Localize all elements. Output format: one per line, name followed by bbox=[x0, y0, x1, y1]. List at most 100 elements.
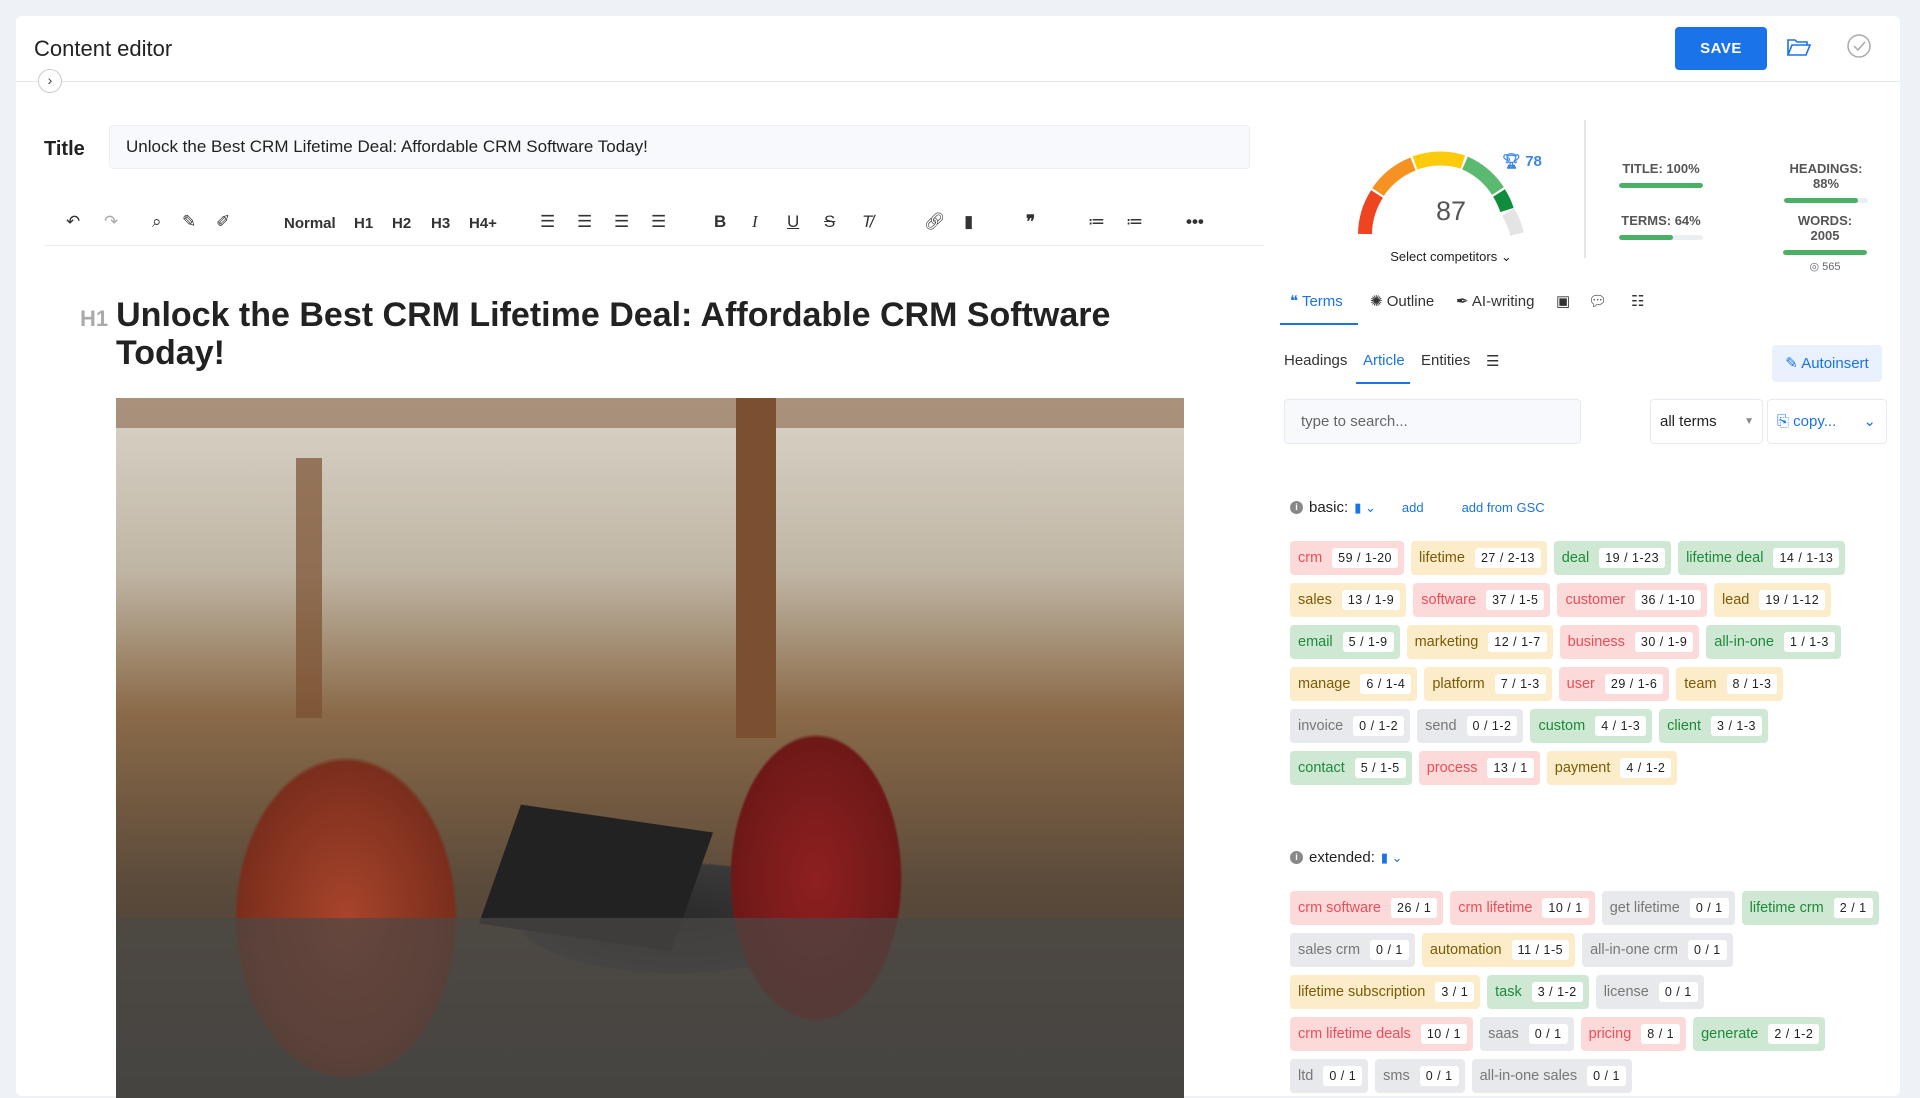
ordered-list-icon[interactable]: ≔ bbox=[1088, 212, 1105, 232]
link-icon[interactable]: 🔗︎ bbox=[924, 212, 946, 232]
term-tag[interactable]: software 37 / 1-5 bbox=[1413, 583, 1551, 617]
term-tag[interactable]: crm 59 / 1-20 bbox=[1290, 541, 1405, 575]
tab-outline[interactable]: ✺ Outline bbox=[1370, 292, 1434, 310]
term-count: 12 / 1-7 bbox=[1488, 632, 1547, 652]
stat-title: TITLE: 100% bbox=[1619, 161, 1703, 188]
term-tag[interactable]: all-in-one crm 0 / 1 bbox=[1582, 933, 1733, 967]
term-count: 7 / 1-3 bbox=[1494, 674, 1546, 694]
tab-ai-writing[interactable]: ✒ AI-writing bbox=[1456, 292, 1534, 310]
term-tag[interactable]: invoice 0 / 1-2 bbox=[1290, 709, 1411, 743]
undo-icon[interactable]: ↶ bbox=[66, 212, 80, 232]
highlighter-icon[interactable]: ✎ bbox=[182, 212, 196, 232]
image-tab-icon[interactable]: ▣ bbox=[1556, 292, 1570, 310]
terms-filter-select[interactable]: all terms ▼ bbox=[1650, 399, 1763, 444]
save-button[interactable]: SAVE bbox=[1675, 27, 1767, 70]
term-tag[interactable]: lifetime crm 2 / 1 bbox=[1741, 891, 1879, 925]
term-tag[interactable]: process 13 / 1 bbox=[1418, 751, 1540, 785]
title-input[interactable]: Unlock the Best CRM Lifetime Deal: Affor… bbox=[109, 125, 1250, 169]
subtab-article[interactable]: Article bbox=[1363, 352, 1405, 369]
term-tag[interactable]: lead 19 / 1-12 bbox=[1713, 583, 1832, 617]
search-icon[interactable]: ⌕ bbox=[152, 212, 162, 232]
term-tag[interactable]: team 8 / 1-3 bbox=[1676, 667, 1784, 701]
term-search-input[interactable] bbox=[1284, 399, 1581, 444]
h2-button[interactable]: H2 bbox=[392, 215, 411, 232]
info-icon[interactable]: i bbox=[1290, 501, 1303, 514]
bold-icon[interactable]: B bbox=[714, 212, 726, 232]
expand-sidebar-button[interactable]: › bbox=[38, 69, 62, 93]
term-tag[interactable]: custom 4 / 1-3 bbox=[1530, 709, 1653, 743]
align-center-icon[interactable]: ☰ bbox=[577, 212, 592, 232]
term-tag[interactable]: crm lifetime deals 10 / 1 bbox=[1290, 1017, 1474, 1051]
subtab-entities[interactable]: Entities bbox=[1421, 352, 1470, 369]
term-tag[interactable]: deal 19 / 1-23 bbox=[1553, 541, 1672, 575]
h1-button[interactable]: H1 bbox=[354, 215, 373, 232]
term-label: all-in-one bbox=[1714, 634, 1774, 650]
add-from-gsc-link[interactable]: add from GSC bbox=[1462, 500, 1545, 515]
term-tag[interactable]: manage 6 / 1-4 bbox=[1290, 667, 1418, 701]
term-tag[interactable]: generate 2 / 1-2 bbox=[1693, 1017, 1826, 1051]
term-tag[interactable]: email 5 / 1-9 bbox=[1290, 625, 1400, 659]
term-label: all-in-one sales bbox=[1479, 1068, 1578, 1084]
term-tag[interactable]: pricing 8 / 1 bbox=[1580, 1017, 1687, 1051]
format-select[interactable]: Normal bbox=[284, 215, 336, 232]
term-tag[interactable]: automation 11 / 1-5 bbox=[1421, 933, 1576, 967]
bullet-list-icon[interactable]: ≔ bbox=[1126, 212, 1143, 232]
article-image[interactable] bbox=[116, 398, 1184, 1098]
copy-dropdown[interactable]: ⎘ copy... ⌄ bbox=[1767, 399, 1887, 444]
pencil-icon[interactable]: ✐ bbox=[216, 212, 230, 232]
term-tag[interactable]: lifetime 27 / 2-13 bbox=[1411, 541, 1547, 575]
term-tag[interactable]: marketing 12 / 1-7 bbox=[1406, 625, 1553, 659]
subtab-headings[interactable]: Headings bbox=[1284, 352, 1347, 369]
term-tag[interactable]: crm software 26 / 1 bbox=[1290, 891, 1444, 925]
term-tag[interactable]: sales crm 0 / 1 bbox=[1290, 933, 1415, 967]
term-tag[interactable]: ltd 0 / 1 bbox=[1290, 1059, 1369, 1093]
term-tag[interactable]: client 3 / 1-3 bbox=[1659, 709, 1768, 743]
term-tag[interactable]: all-in-one sales 0 / 1 bbox=[1471, 1059, 1632, 1093]
h4-button[interactable]: H4+ bbox=[469, 215, 497, 232]
quote-icon[interactable]: ❞ bbox=[1026, 212, 1035, 232]
document-heading[interactable]: H1 Unlock the Best CRM Lifetime Deal: Aff… bbox=[80, 298, 1176, 370]
copy-extended-icon[interactable]: ▮ ⌄ bbox=[1381, 850, 1403, 866]
term-tag[interactable]: user 29 / 1-6 bbox=[1558, 667, 1670, 701]
copy-basic-icon[interactable]: ▮ ⌄ bbox=[1354, 500, 1376, 516]
term-tag[interactable]: all-in-one 1 / 1-3 bbox=[1706, 625, 1841, 659]
term-tag[interactable]: lifetime subscription 3 / 1 bbox=[1290, 975, 1481, 1009]
term-tag[interactable]: sales 13 / 1-9 bbox=[1290, 583, 1407, 617]
info-icon[interactable]: i bbox=[1290, 851, 1303, 864]
term-tag[interactable]: license 0 / 1 bbox=[1595, 975, 1704, 1009]
redo-icon[interactable]: ↷ bbox=[104, 212, 118, 232]
term-tag[interactable]: saas 0 / 1 bbox=[1480, 1017, 1574, 1051]
list-tab-icon[interactable]: ☷ bbox=[1631, 292, 1644, 310]
folder-open-icon[interactable] bbox=[1786, 36, 1812, 58]
term-tag[interactable]: business 30 / 1-9 bbox=[1559, 625, 1700, 659]
term-tag[interactable]: payment 4 / 1-2 bbox=[1546, 751, 1678, 785]
term-tag[interactable]: platform 7 / 1-3 bbox=[1424, 667, 1552, 701]
term-tag[interactable]: lifetime deal 14 / 1-13 bbox=[1678, 541, 1846, 575]
term-tag[interactable]: get lifetime 0 / 1 bbox=[1601, 891, 1735, 925]
italic-icon[interactable]: I bbox=[752, 212, 758, 232]
bookmark-icon[interactable]: ▮ bbox=[964, 212, 973, 232]
term-tag[interactable]: send 0 / 1-2 bbox=[1417, 709, 1524, 743]
align-right-icon[interactable]: ☰ bbox=[614, 212, 629, 232]
term-tag[interactable]: task 3 / 1-2 bbox=[1487, 975, 1589, 1009]
h3-button[interactable]: H3 bbox=[431, 215, 450, 232]
term-tag[interactable]: customer 36 / 1-10 bbox=[1557, 583, 1707, 617]
filter-settings-icon[interactable]: ☰ bbox=[1486, 352, 1499, 370]
term-tag[interactable]: contact 5 / 1-5 bbox=[1290, 751, 1412, 785]
align-left-icon[interactable]: ☰ bbox=[540, 212, 555, 232]
strikethrough-icon[interactable]: S bbox=[824, 212, 835, 232]
check-circle-icon[interactable] bbox=[1846, 33, 1872, 59]
clear-format-icon[interactable]: T̸ bbox=[862, 212, 872, 232]
select-competitors-dropdown[interactable]: Select competitors ⌄ bbox=[1366, 249, 1536, 265]
chat-tab-icon[interactable]: 💬︎ bbox=[1588, 292, 1607, 310]
more-icon[interactable]: ••• bbox=[1186, 212, 1204, 232]
term-tag[interactable]: sms 0 / 1 bbox=[1375, 1059, 1465, 1093]
underline-icon[interactable]: U bbox=[787, 212, 799, 232]
add-term-link[interactable]: add bbox=[1402, 500, 1424, 515]
justify-icon[interactable]: ☰ bbox=[651, 212, 666, 232]
tab-terms[interactable]: ❝ Terms bbox=[1290, 292, 1343, 310]
autoinsert-button[interactable]: ✎ Autoinsert bbox=[1772, 345, 1882, 382]
term-label: all-in-one crm bbox=[1590, 942, 1678, 958]
term-label: process bbox=[1426, 760, 1478, 776]
term-tag[interactable]: crm lifetime 10 / 1 bbox=[1450, 891, 1595, 925]
